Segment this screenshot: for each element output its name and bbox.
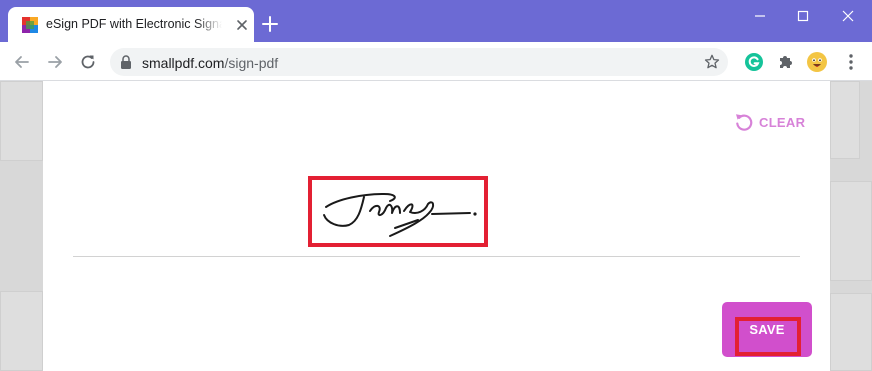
back-arrow-icon[interactable]	[13, 53, 31, 71]
url-text[interactable]: smallpdf.com/sign-pdf	[142, 55, 278, 71]
address-bar[interactable]: smallpdf.com/sign-pdf	[110, 48, 728, 76]
grammarly-icon[interactable]	[744, 52, 764, 72]
lock-icon[interactable]	[120, 55, 132, 69]
url-host: smallpdf.com	[142, 55, 225, 71]
undo-clear-icon	[736, 114, 753, 131]
background-panel-right	[830, 81, 860, 159]
url-path: /sign-pdf	[224, 55, 279, 71]
save-label: SAVE	[749, 322, 785, 337]
background-panel-left-bottom	[0, 291, 43, 371]
profile-avatar[interactable]	[807, 52, 827, 72]
smallpdf-favicon-icon	[22, 17, 38, 33]
forward-arrow-icon[interactable]	[46, 53, 64, 71]
close-icon[interactable]	[234, 17, 250, 33]
menu-icon[interactable]	[841, 52, 861, 72]
puzzle-icon[interactable]	[776, 52, 796, 72]
background-panel-right-mid	[830, 181, 872, 281]
clear-button[interactable]: CLEAR	[733, 111, 805, 133]
background-panel-right-bottom	[830, 293, 872, 371]
bookmark-star-icon[interactable]	[704, 54, 720, 70]
save-button[interactable]: SAVE	[722, 302, 812, 357]
reload-icon[interactable]	[79, 53, 97, 71]
background-panel-left	[0, 81, 43, 161]
window-close-icon[interactable]	[838, 6, 858, 26]
signature-baseline	[73, 256, 800, 257]
browser-tab[interactable]: eSign PDF with Electronic Signature	[8, 7, 254, 42]
signature-dialog: CLEAR SAVE	[43, 81, 830, 371]
signature-drawing[interactable]	[312, 180, 484, 243]
maximize-icon[interactable]	[793, 6, 813, 26]
new-tab-plus-icon[interactable]	[262, 16, 278, 32]
signature-highlight-box[interactable]	[308, 176, 488, 247]
tab-title: eSign PDF with Electronic Signature	[46, 17, 222, 31]
page-viewport: CLEAR SAVE	[0, 81, 872, 371]
browser-toolbar: smallpdf.com/sign-pdf	[0, 42, 872, 81]
minimize-icon[interactable]	[750, 6, 770, 26]
clear-label: CLEAR	[759, 114, 806, 130]
browser-titlebar: eSign PDF with Electronic Signature	[0, 0, 872, 42]
